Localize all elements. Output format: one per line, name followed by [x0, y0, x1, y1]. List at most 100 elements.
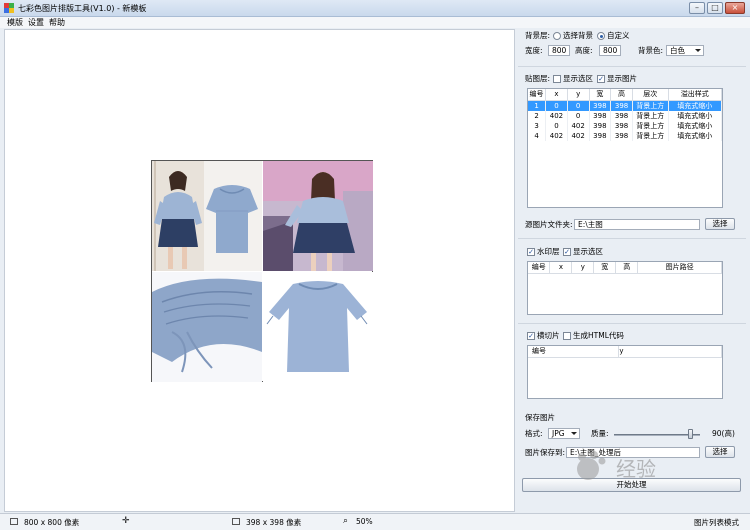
- collage-cell-1[interactable]: [152, 161, 262, 271]
- collage-cell-2[interactable]: [263, 161, 373, 271]
- format-select[interactable]: JPG: [548, 428, 580, 439]
- cell: 填充式缩小: [668, 120, 722, 131]
- collage-cell-3[interactable]: [152, 272, 262, 382]
- cell: 402: [545, 110, 568, 121]
- checkbox-watermark-show-selection[interactable]: ✓: [563, 248, 571, 256]
- table-row[interactable]: 3 0 402 398 398 背景上方 填充式缩小: [528, 120, 722, 131]
- col-id: 编号: [528, 346, 620, 358]
- background-layer-label: 背景层:: [525, 31, 551, 40]
- col-y: y: [571, 262, 595, 274]
- divider: [518, 323, 746, 324]
- site-watermark: 经验: [577, 451, 656, 481]
- preview-canvas[interactable]: [4, 29, 515, 512]
- table-row[interactable]: 1 0 0 398 398 背景上方 填充式缩小: [528, 100, 722, 111]
- cell: 0: [545, 100, 568, 111]
- col-layer: 层次: [632, 89, 669, 101]
- bg-color-select[interactable]: 白色: [666, 45, 704, 56]
- divider: [518, 238, 746, 239]
- watermark-layer-label: 水印层: [537, 247, 560, 256]
- format-value: JPG: [552, 429, 565, 438]
- collage-cell-4[interactable]: [263, 272, 373, 382]
- sleeve-detail-photo: [152, 272, 262, 382]
- paste-layer-label: 贴图层:: [525, 74, 551, 83]
- quality-slider[interactable]: [614, 434, 700, 436]
- status-canvas-size: 800 x 800 像素: [24, 518, 80, 527]
- height-label: 高度:: [575, 46, 593, 55]
- model-outdoor-photo: [263, 161, 373, 271]
- col-x: x: [549, 262, 573, 274]
- status-bar: 800 x 800 像素 ✛ 398 x 398 像素 ⌕ 50% 图片列表模式: [0, 513, 750, 530]
- height-input[interactable]: 800: [599, 45, 621, 56]
- width-label: 宽度:: [525, 46, 543, 55]
- col-path: 图片路径: [637, 262, 722, 274]
- radio-select-background-label: 选择背景: [563, 31, 593, 40]
- cell: 3: [528, 120, 547, 131]
- width-input[interactable]: 800: [548, 45, 570, 56]
- source-folder-input[interactable]: E:\主图: [574, 219, 700, 230]
- checkbox-slicing[interactable]: ✓: [527, 332, 535, 340]
- table-row[interactable]: 4 402 402 398 398 背景上方 填充式缩小: [528, 130, 722, 141]
- settings-panel: 背景层: 选择背景 自定义 宽度: 800 高度: 800 背景色: 白色 贴图…: [518, 29, 746, 512]
- checkbox-watermark-layer[interactable]: ✓: [527, 248, 535, 256]
- cell: 填充式缩小: [668, 130, 722, 141]
- title-bar: 七彩色图片排版工具(V1.0) - 新模板 – □ ×: [0, 0, 750, 17]
- col-y: y: [567, 89, 590, 101]
- menu-bar: 模版 设置 帮助: [0, 17, 750, 28]
- watermark-table[interactable]: 编号 x y 宽 高 图片路径: [527, 261, 723, 315]
- cell: 398: [589, 100, 612, 111]
- checkbox-paste-show-image[interactable]: ✓: [597, 75, 605, 83]
- bg-color-value: 白色: [670, 46, 685, 55]
- col-width: 宽: [593, 262, 617, 274]
- cell: 402: [567, 120, 590, 131]
- cell: 398: [610, 110, 633, 121]
- cell: 398: [589, 110, 612, 121]
- paste-layer-table[interactable]: 编号 x y 宽 高 层次 溢出样式 1 0 0 398 398 背景上方 填充式缩小 24…: [527, 88, 723, 208]
- crosshair-icon: ✛: [122, 516, 130, 526]
- status-cell-size: 398 x 398 像素: [246, 518, 302, 527]
- cell: 398: [589, 120, 612, 131]
- menu-template[interactable]: 模版: [7, 17, 23, 28]
- col-x: x: [545, 89, 568, 101]
- cell: 398: [589, 130, 612, 141]
- chevron-down-icon: [571, 432, 577, 435]
- collage-preview[interactable]: [151, 160, 373, 382]
- cell: 背景上方: [632, 100, 669, 111]
- cell: 填充式缩小: [668, 100, 722, 111]
- source-folder-label: 源图片文件夹:: [525, 220, 573, 229]
- cell: 398: [610, 120, 633, 131]
- slicing-table[interactable]: 编号 y: [527, 345, 723, 399]
- cell: 398: [610, 100, 633, 111]
- minimize-button[interactable]: –: [689, 2, 705, 14]
- quality-label: 质量:: [591, 429, 609, 438]
- close-button[interactable]: ×: [725, 2, 745, 14]
- cell: 背景上方: [632, 110, 669, 121]
- window-title: 七彩色图片排版工具(V1.0) - 新模板: [18, 4, 147, 13]
- menu-settings[interactable]: 设置: [28, 17, 44, 28]
- format-label: 格式:: [525, 429, 543, 438]
- paste-show-image-label: 显示图片: [607, 74, 637, 83]
- cell: 0: [567, 100, 590, 111]
- quality-slider-thumb[interactable]: [688, 429, 694, 439]
- source-select-button[interactable]: 选择: [705, 218, 735, 230]
- quality-value: 90(高): [712, 429, 735, 438]
- cell: 0: [545, 120, 568, 131]
- slicing-label: 横切片: [537, 331, 560, 340]
- table-row[interactable]: 2 402 0 398 398 背景上方 填充式缩小: [528, 110, 722, 121]
- cell: 4: [528, 130, 547, 141]
- checkbox-paste-show-selection[interactable]: [553, 75, 561, 83]
- status-zoom: 50%: [356, 517, 373, 526]
- cell: 402: [567, 130, 590, 141]
- cell: 2: [528, 110, 547, 121]
- checkbox-generate-html[interactable]: [563, 332, 571, 340]
- radio-select-background[interactable]: [553, 32, 561, 40]
- cell: 402: [545, 130, 568, 141]
- menu-help[interactable]: 帮助: [49, 17, 65, 28]
- maximize-button[interactable]: □: [707, 2, 723, 14]
- cell: 填充式缩小: [668, 110, 722, 121]
- paste-show-selection-label: 显示选区: [563, 74, 593, 83]
- col-width: 宽: [589, 89, 612, 101]
- col-id: 编号: [528, 89, 547, 101]
- radio-custom-background[interactable]: [597, 32, 605, 40]
- cell: 背景上方: [632, 120, 669, 131]
- cell: 398: [610, 130, 633, 141]
